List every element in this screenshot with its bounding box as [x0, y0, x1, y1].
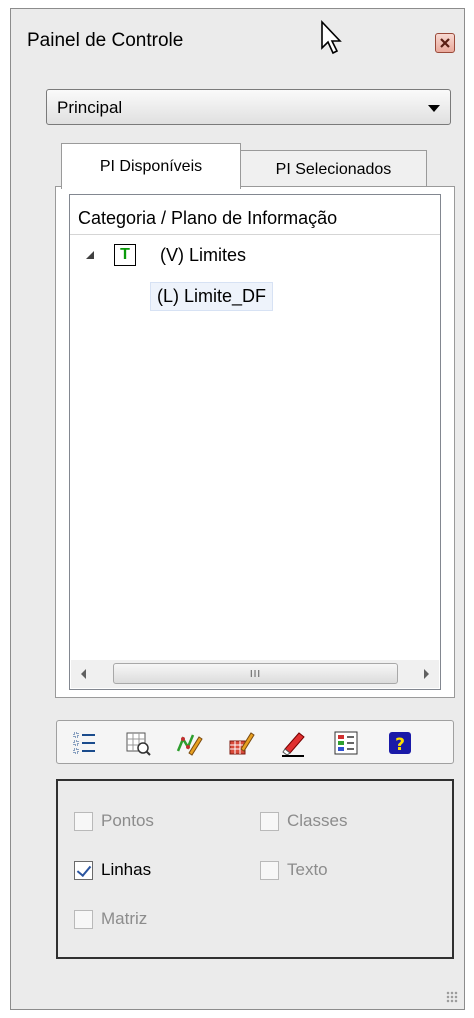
- scroll-right-icon[interactable]: [424, 669, 429, 679]
- checkbox-box[interactable]: [260, 811, 279, 831]
- control-panel-window: Painel de Controle Principal PI Selecion…: [10, 8, 465, 1010]
- scroll-left-icon[interactable]: [81, 669, 86, 679]
- tree-item-category[interactable]: (V) Limites: [160, 245, 246, 266]
- edit-raster-icon[interactable]: [227, 729, 255, 757]
- checkbox-box[interactable]: [260, 860, 279, 880]
- svg-text:?: ?: [395, 735, 405, 755]
- tab-pi-selecionados[interactable]: PI Selecionados: [240, 150, 427, 187]
- title-bar[interactable]: Painel de Controle: [11, 9, 464, 65]
- edit-vector-icon[interactable]: [175, 729, 203, 757]
- checkbox-box[interactable]: [74, 860, 93, 880]
- scroll-grip: III: [249, 669, 262, 680]
- tree-header-label: Categoria / Plano de Informação: [78, 208, 338, 228]
- pontos-checkbox[interactable]: Pontos: [74, 811, 154, 831]
- tab-label: PI Disponíveis: [99, 158, 203, 175]
- close-icon: [440, 38, 450, 48]
- window-title: Painel de Controle: [27, 30, 184, 51]
- tree-expand-icon[interactable]: [86, 251, 94, 259]
- resize-grip[interactable]: [446, 991, 458, 1003]
- tab-label: PI Selecionados: [275, 161, 392, 178]
- close-button[interactable]: [435, 33, 455, 53]
- display-options-panel: Pontos Classes Linhas Texto Matriz: [56, 779, 454, 959]
- checkbox-label: Texto: [287, 860, 328, 879]
- checkbox-label: Pontos: [101, 811, 154, 830]
- tree-item-layer[interactable]: (L) Limite_DF: [150, 282, 274, 311]
- horizontal-scrollbar[interactable]: III: [71, 660, 439, 688]
- checkbox-box[interactable]: [74, 811, 93, 831]
- linhas-checkbox[interactable]: Linhas: [74, 860, 151, 880]
- layer-tree: Categoria / Plano de Informação T (V) Li…: [69, 194, 441, 690]
- tab-pi-disponiveis[interactable]: PI Disponíveis: [61, 143, 241, 189]
- theme-icon: T: [114, 244, 136, 266]
- checkbox-label: Matriz: [101, 909, 148, 928]
- scroll-thumb[interactable]: III: [113, 663, 398, 684]
- checkbox-label: Classes: [287, 811, 348, 830]
- mouse-cursor-icon: [321, 20, 342, 55]
- eraser-icon[interactable]: [279, 729, 307, 757]
- view-dropdown[interactable]: Principal: [46, 89, 451, 125]
- dropdown-value: Principal: [57, 98, 123, 117]
- checkbox-label: Linhas: [101, 860, 152, 879]
- layer-toolbar: ?: [56, 720, 454, 764]
- matriz-checkbox[interactable]: Matriz: [74, 909, 147, 929]
- legend-icon[interactable]: [332, 729, 360, 757]
- classes-checkbox[interactable]: Classes: [260, 811, 347, 831]
- texto-checkbox[interactable]: Texto: [260, 860, 328, 880]
- chevron-down-icon: [428, 105, 440, 112]
- zoom-layer-icon[interactable]: [124, 729, 152, 757]
- checkbox-box[interactable]: [74, 909, 93, 929]
- help-icon[interactable]: ?: [386, 729, 414, 757]
- tree-column-header[interactable]: Categoria / Plano de Informação: [70, 195, 440, 235]
- list-icon[interactable]: [71, 729, 99, 757]
